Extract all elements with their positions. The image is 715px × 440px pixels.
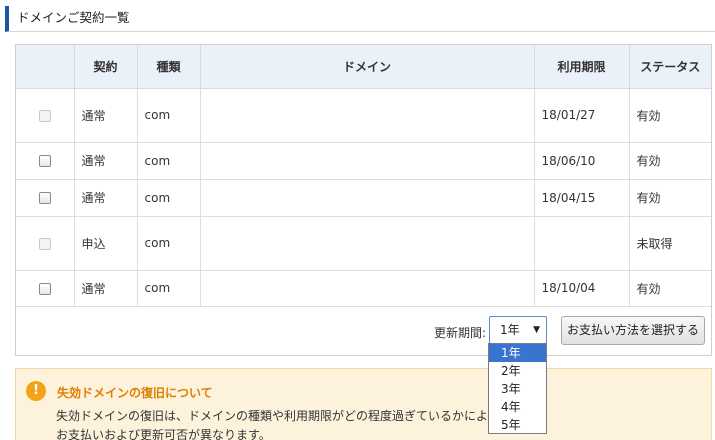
table-row: 通常 com 18/10/04 有効 [16, 270, 711, 307]
type-cell: com [137, 270, 201, 307]
renewal-period-dropdown: 1年 2年 3年 4年 5年 [488, 343, 547, 434]
domain-cell [200, 88, 535, 143]
status-cell: 有効 [629, 179, 711, 217]
row-checkbox [38, 237, 51, 250]
contract-cell: 通常 [74, 179, 138, 217]
domain-table: 契約 種類 ドメイン 利用期限 ステータス 通常 com 18/01/27 有効… [16, 45, 711, 307]
row-select-cell [16, 142, 75, 180]
renewal-period-label: 更新期間: [434, 326, 487, 340]
renewal-period-value: 1年 [500, 323, 520, 337]
status-cell: 有効 [629, 142, 711, 180]
period-option-2[interactable]: 2年 [489, 362, 546, 380]
type-cell: com [137, 88, 201, 143]
header-type: 種類 [137, 45, 201, 89]
row-select-cell [16, 88, 75, 143]
contract-cell: 通常 [74, 142, 138, 180]
select-payment-button[interactable]: お支払い方法を選択する [561, 316, 705, 345]
header-domain: ドメイン [200, 45, 535, 89]
caret-down-icon: ▼ [533, 325, 540, 335]
period-option-3[interactable]: 3年 [489, 380, 546, 398]
period-option-1[interactable]: 1年 [489, 344, 546, 362]
header-expiry: 利用期限 [534, 45, 630, 89]
table-row: 申込 com 未取得 [16, 216, 711, 271]
table-row: 通常 com 18/06/10 有効 [16, 142, 711, 180]
period-option-4[interactable]: 4年 [489, 398, 546, 416]
row-select-cell [16, 216, 75, 271]
contract-cell: 通常 [74, 270, 138, 307]
renewal-period-select[interactable]: 1年 ▼ [489, 316, 547, 344]
expiry-cell: 18/01/27 [534, 88, 630, 143]
type-cell: com [137, 179, 201, 217]
row-select-cell [16, 179, 75, 217]
notice-line: 失効ドメインの復旧は、ドメインの種類や利用期限がどの程度過ぎているかによって [56, 409, 512, 423]
renewal-controls: 更新期間: 1年 ▼ お支払い方法を選択する [16, 307, 711, 355]
expiry-cell: 18/10/04 [534, 270, 630, 307]
row-checkbox[interactable] [38, 192, 51, 204]
row-checkbox [38, 109, 51, 122]
expiry-cell: 18/04/15 [534, 179, 630, 217]
notice-title: 失効ドメインの復旧について [57, 386, 213, 400]
domain-table-panel: 契約 種類 ドメイン 利用期限 ステータス 通常 com 18/01/27 有効… [15, 44, 712, 356]
header-contract: 契約 [74, 45, 138, 89]
section-title: ドメインご契約一覧 [5, 6, 715, 32]
type-cell: com [137, 216, 201, 271]
expired-domain-notice: ! 失効ドメインの復旧について 失効ドメインの復旧は、ドメインの種類や利用期限が… [15, 368, 712, 440]
domain-cell [200, 142, 535, 180]
domain-cell [200, 216, 535, 271]
expiry-cell [534, 216, 630, 271]
header-status: ステータス [629, 45, 711, 89]
status-cell: 有効 [629, 270, 711, 307]
type-cell: com [137, 142, 201, 180]
period-option-5[interactable]: 5年 [489, 416, 546, 434]
header-select [16, 45, 75, 89]
expiry-cell: 18/06/10 [534, 142, 630, 180]
domain-cell [200, 179, 535, 217]
table-row: 通常 com 18/01/27 有効 [16, 88, 711, 143]
row-checkbox[interactable] [38, 282, 51, 295]
row-select-cell [16, 270, 75, 307]
contract-cell: 通常 [74, 88, 138, 143]
status-cell: 有効 [629, 88, 711, 143]
domain-cell [200, 270, 535, 307]
table-row: 通常 com 18/04/15 有効 [16, 179, 711, 217]
status-cell: 未取得 [629, 216, 711, 271]
table-header-row: 契約 種類 ドメイン 利用期限 ステータス [16, 45, 711, 89]
notice-line: お支払いおよび更新可否が異なります。 [56, 428, 271, 440]
notice-body: 失効ドメインの復旧は、ドメインの種類や利用期限がどの程度過ぎているかによって お… [56, 407, 696, 440]
contract-cell: 申込 [74, 216, 138, 271]
row-checkbox[interactable] [38, 155, 51, 167]
exclamation-circle-icon: ! [26, 381, 46, 401]
